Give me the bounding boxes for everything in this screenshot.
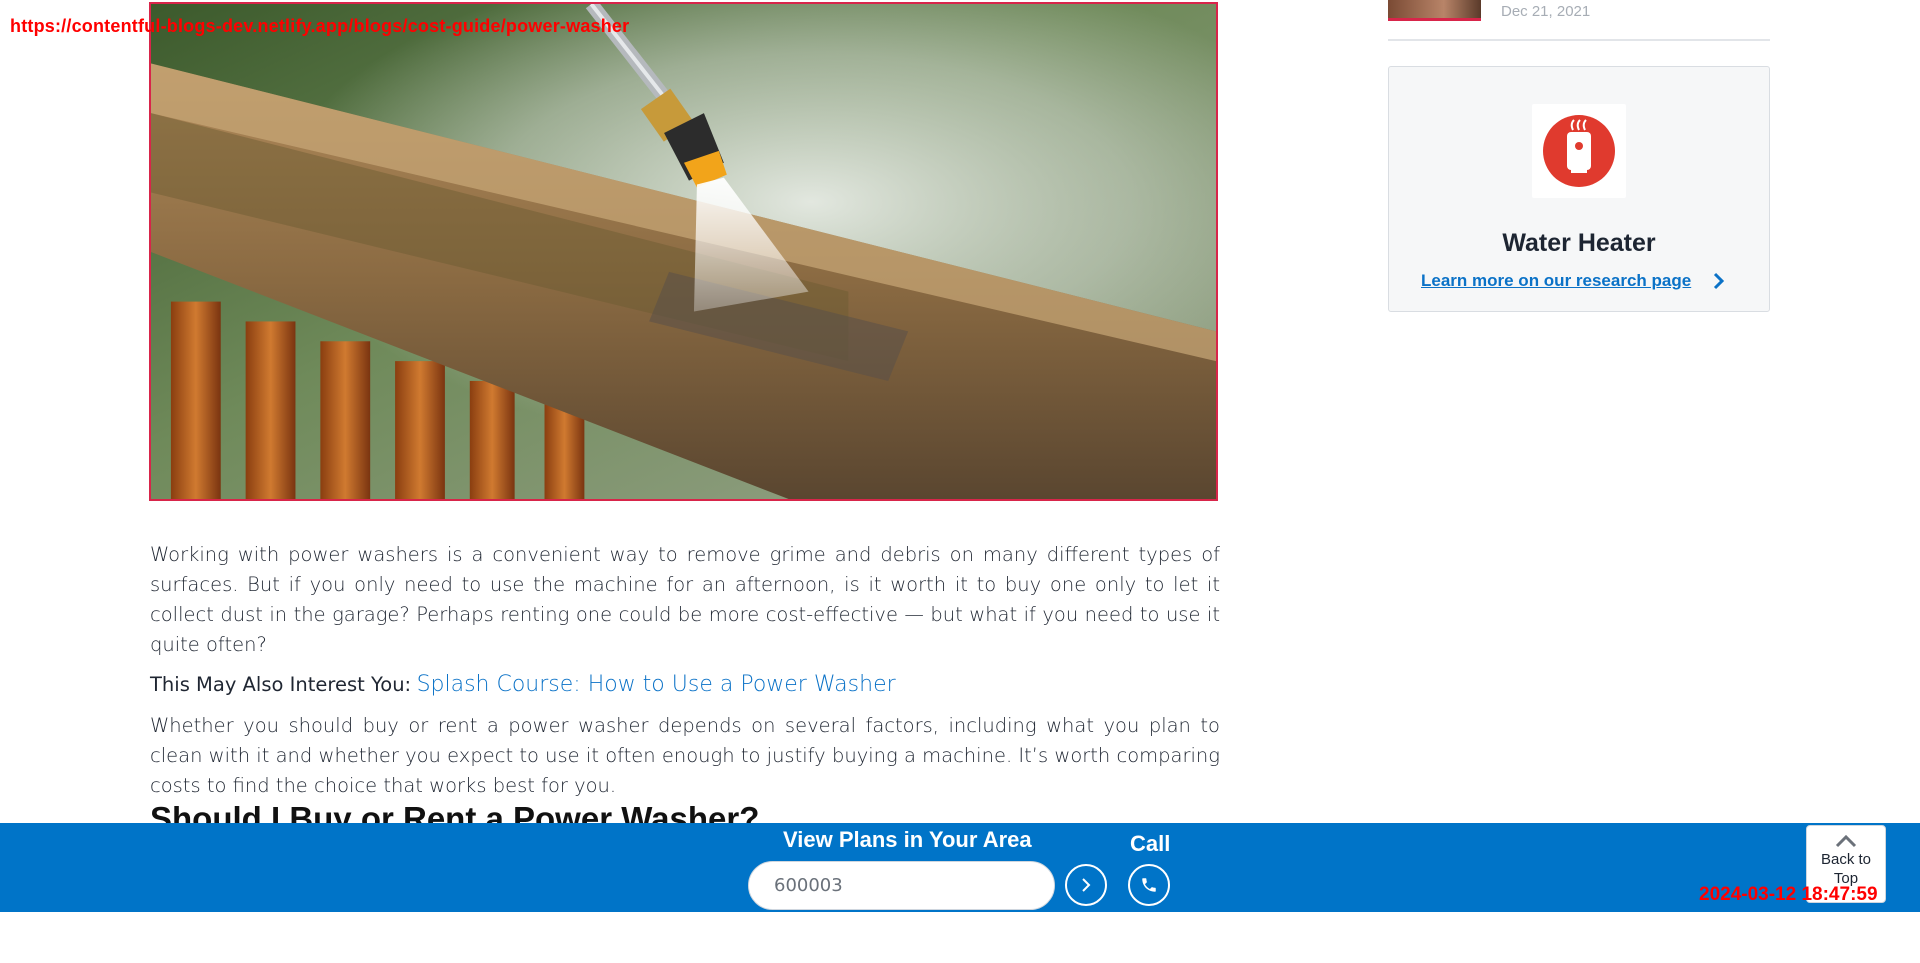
call-label: Call bbox=[1130, 831, 1171, 856]
research-page-link[interactable]: Learn more on our research page bbox=[1421, 271, 1725, 291]
chevron-right-icon bbox=[1713, 272, 1725, 291]
page-bottom-area bbox=[0, 912, 1920, 963]
plans-bar-title: View Plans in Your Area bbox=[783, 827, 1032, 852]
research-card: Water Heater Learn more on our research … bbox=[1388, 66, 1770, 312]
timestamp-overlay: 2024-03-12 18:47:59 bbox=[1699, 884, 1878, 905]
related-article-link[interactable]: Splash Course: How to Use a Power Washer bbox=[417, 672, 896, 697]
zip-code-input[interactable] bbox=[748, 861, 1055, 910]
article-body: Working with power washers is a convenie… bbox=[150, 540, 1220, 801]
sticky-plans-bar: View Plans in Your Area Call bbox=[0, 823, 1920, 912]
submit-zip-button[interactable] bbox=[1065, 864, 1107, 906]
url-overlay: https://contentful-blogs-dev.netlify.app… bbox=[10, 16, 630, 36]
phone-icon bbox=[1142, 878, 1156, 892]
recent-post-date: Dec 21, 2021 bbox=[1501, 3, 1591, 20]
related-article-label: This May Also Interest You: bbox=[150, 673, 412, 696]
recent-post-thumbnail[interactable] bbox=[1388, 0, 1481, 21]
chevron-up-icon bbox=[1835, 834, 1857, 848]
sidebar-divider bbox=[1388, 39, 1770, 41]
research-link-label: Learn more on our research page bbox=[1421, 271, 1692, 290]
intro-paragraph: Working with power washers is a convenie… bbox=[150, 543, 1220, 656]
pressure-washer-illustration bbox=[151, 4, 1216, 499]
hero-image bbox=[149, 2, 1218, 501]
card-title: Water Heater bbox=[1502, 229, 1656, 257]
chevron-right-icon bbox=[1082, 878, 1091, 892]
water-heater-icon bbox=[1532, 104, 1626, 198]
related-article: This May Also Interest You: Splash Cours… bbox=[150, 670, 1220, 700]
body-paragraph: Whether you should buy or rent a power w… bbox=[150, 714, 1220, 797]
back-to-top-label: Back to Top bbox=[1820, 851, 1872, 887]
call-button[interactable] bbox=[1128, 864, 1170, 906]
